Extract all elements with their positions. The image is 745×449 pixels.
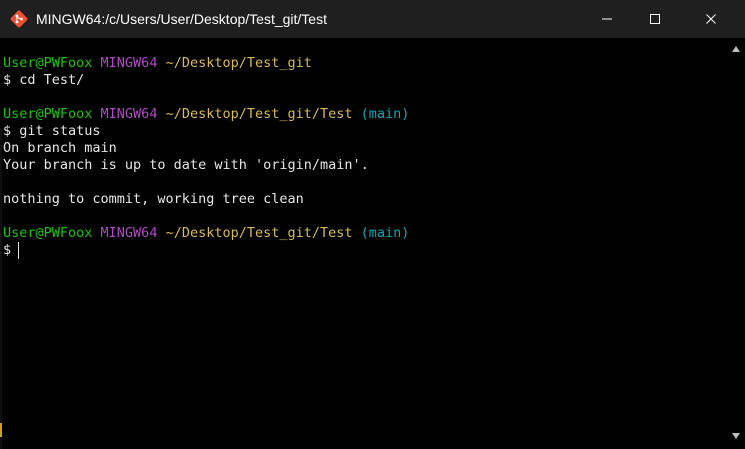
output-line: Your branch is up to date with 'origin/m… (3, 157, 369, 173)
prompt-user-host: User@PWFoox (3, 55, 93, 71)
prompt-line: User@PWFoox MINGW64 ~/Desktop/Test_git (3, 55, 312, 72)
window-title: MINGW64:/c/Users/User/Desktop/Test_git/T… (36, 11, 327, 27)
command-line: $ cd Test/ (3, 72, 85, 88)
title-bar[interactable]: MINGW64:/c/Users/User/Desktop/Test_git/T… (0, 0, 745, 38)
prompt-env: MINGW64 (100, 55, 158, 71)
input-line[interactable]: $ (3, 242, 20, 259)
output-line: On branch main (3, 140, 117, 156)
prompt-user-host: User@PWFoox (3, 106, 93, 122)
scroll-down-icon[interactable] (732, 433, 740, 439)
prompt-env: MINGW64 (100, 225, 158, 241)
prompt-branch: (main) (360, 225, 410, 241)
git-icon (10, 10, 28, 28)
output-line: nothing to commit, working tree clean (3, 191, 304, 207)
prompt-env: MINGW64 (100, 106, 158, 122)
maximize-icon (649, 13, 661, 25)
close-icon (705, 13, 717, 25)
maximize-button[interactable] (632, 0, 678, 38)
terminal-output[interactable]: User@PWFoox MINGW64 ~/Desktop/Test_git $… (0, 38, 727, 449)
scroll-up-icon[interactable] (732, 46, 740, 52)
scroll-marker (0, 423, 2, 437)
prompt-line: User@PWFoox MINGW64 ~/Desktop/Test_git/T… (3, 225, 409, 242)
minimize-button[interactable] (584, 0, 630, 38)
terminal-window: MINGW64:/c/Users/User/Desktop/Test_git/T… (0, 0, 745, 449)
command-line: $ git status (3, 123, 101, 139)
text-cursor (18, 242, 20, 259)
minimize-icon (601, 13, 613, 25)
prompt-path: ~/Desktop/Test_git/Test (165, 106, 353, 122)
prompt-branch: (main) (360, 106, 410, 122)
prompt-path: ~/Desktop/Test_git (165, 55, 312, 71)
left-edge (0, 128, 2, 449)
vertical-scrollbar[interactable] (727, 38, 745, 449)
prompt-line: User@PWFoox MINGW64 ~/Desktop/Test_git/T… (3, 106, 409, 123)
close-button[interactable] (688, 0, 734, 38)
prompt-path: ~/Desktop/Test_git/Test (165, 225, 353, 241)
prompt-symbol: $ (3, 242, 12, 258)
prompt-user-host: User@PWFoox (3, 225, 93, 241)
